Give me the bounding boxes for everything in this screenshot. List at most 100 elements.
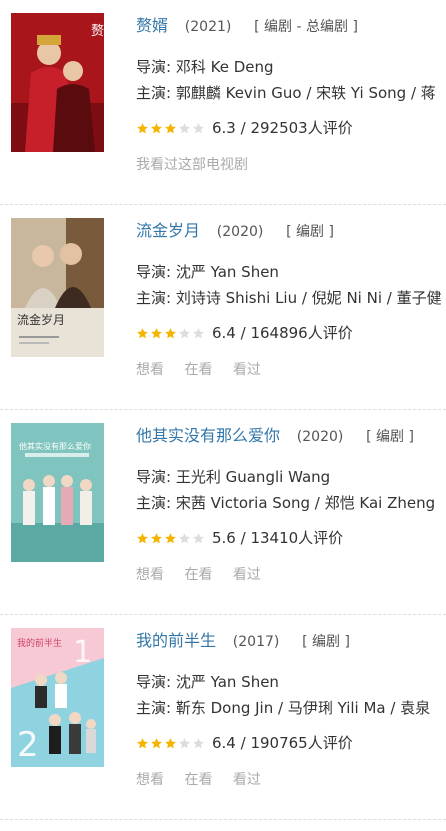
star-rating	[136, 532, 206, 545]
cast-names[interactable]: 郭麒麟 Kevin Guo / 宋轶 Yi Song / 蒋	[176, 84, 436, 102]
poster-image[interactable]: 他其实没有那么爱你	[11, 423, 104, 562]
title-link[interactable]: 他其实没有那么爱你	[136, 426, 280, 445]
star-empty-icon	[179, 327, 190, 338]
svg-text:他其实没有那么爱你: 他其实没有那么爱你	[19, 441, 91, 451]
rating-row: 6.4 / 190765人评价	[136, 731, 446, 755]
star-filled-icon	[137, 737, 148, 748]
cast-line: 主演: 郭麒麟 Kevin Guo / 宋轶 Yi Song / 蒋	[136, 80, 446, 106]
rating-text: 6.4 / 190765人评价	[212, 734, 353, 752]
poster-qianbansheng: 1 2 我的前半生	[11, 628, 104, 767]
action-links: 想看 在看 看过	[136, 359, 446, 381]
want-to-watch-link[interactable]: 想看	[136, 772, 164, 788]
list-item: 他其实没有那么爱你 他其实没有那么爱你 (2020) [ 编剧 ] 导演: 王光…	[0, 410, 446, 615]
cast-label: 主演:	[136, 84, 172, 102]
star-empty-icon	[193, 737, 204, 748]
cast-line: 主演: 刘诗诗 Shishi Liu / 倪妮 Ni Ni / 董子健	[136, 285, 446, 311]
svg-text:流金岁月: 流金岁月	[17, 312, 65, 327]
year: (2021)	[184, 19, 232, 35]
star-filled-icon	[137, 532, 148, 543]
role: [ 编剧 ]	[366, 429, 414, 445]
title-link[interactable]: 流金岁月	[136, 221, 200, 240]
director-name[interactable]: 王光利 Guangli Wang	[176, 468, 330, 486]
title-link[interactable]: 我的前半生	[136, 631, 216, 650]
director-label: 导演:	[136, 58, 172, 76]
star-rating	[136, 327, 206, 340]
star-empty-icon	[193, 327, 204, 338]
want-to-watch-link[interactable]: 想看	[136, 362, 164, 378]
rating-row: 5.6 / 13410人评价	[136, 526, 446, 550]
action-links: 想看 在看 看过	[136, 564, 446, 586]
star-filled-icon	[137, 122, 148, 133]
want-to-watch-link[interactable]: 想看	[136, 567, 164, 583]
action-links: 我看过这部电视剧	[136, 154, 446, 176]
role: [ 编剧 ]	[302, 634, 350, 650]
cast-line: 主演: 宋茜 Victoria Song / 郑恺 Kai Zheng	[136, 490, 446, 516]
star-empty-icon	[179, 122, 190, 133]
seen-link[interactable]: 我看过这部电视剧	[136, 157, 248, 173]
star-filled-icon	[151, 737, 162, 748]
year: (2017)	[232, 634, 280, 650]
watched-link[interactable]: 看过	[233, 567, 261, 583]
director-label: 导演:	[136, 673, 172, 691]
svg-text:赘婿: 赘婿	[91, 23, 104, 39]
star-empty-icon	[193, 122, 204, 133]
star-filled-icon	[151, 532, 162, 543]
director-name[interactable]: 沈严 Yan Shen	[176, 263, 279, 281]
star-filled-icon	[165, 327, 176, 338]
poster-image[interactable]: 1 2 我的前半生	[11, 628, 104, 767]
poster-image[interactable]: 赘婿	[11, 13, 104, 152]
watching-link[interactable]: 在看	[184, 772, 212, 788]
poster-taqishi: 他其实没有那么爱你	[11, 423, 104, 562]
cast-label: 主演:	[136, 699, 172, 717]
cast-label: 主演:	[136, 289, 172, 307]
cast-names[interactable]: 刘诗诗 Shishi Liu / 倪妮 Ni Ni / 董子健	[176, 289, 442, 307]
svg-text:1: 1	[73, 635, 92, 670]
cast-names[interactable]: 宋茜 Victoria Song / 郑恺 Kai Zheng	[176, 494, 435, 512]
watching-link[interactable]: 在看	[184, 362, 212, 378]
rating-text: 6.3 / 292503人评价	[212, 119, 353, 137]
cast-label: 主演:	[136, 494, 172, 512]
list-item: 赘婿 赘婿 (2021) [ 编剧 - 总编剧 ] 导演: 邓科 Ke Deng…	[0, 0, 446, 205]
star-rating	[136, 122, 206, 135]
cast-names[interactable]: 靳东 Dong Jin / 马伊琍 Yili Ma / 袁泉	[176, 699, 430, 717]
cast-line: 主演: 靳东 Dong Jin / 马伊琍 Yili Ma / 袁泉	[136, 695, 446, 721]
star-empty-icon	[179, 737, 190, 748]
star-filled-icon	[165, 737, 176, 748]
svg-text:我的前半生: 我的前半生	[17, 637, 62, 649]
director-line: 导演: 王光利 Guangli Wang	[136, 464, 446, 490]
star-filled-icon	[137, 327, 148, 338]
director-name[interactable]: 沈严 Yan Shen	[176, 673, 279, 691]
poster-liujin: 流金岁月	[11, 218, 104, 357]
star-empty-icon	[179, 532, 190, 543]
star-filled-icon	[165, 122, 176, 133]
watched-link[interactable]: 看过	[233, 772, 261, 788]
action-links: 想看 在看 看过	[136, 769, 446, 791]
director-line: 导演: 沈严 Yan Shen	[136, 259, 446, 285]
role: [ 编剧 ]	[286, 224, 334, 240]
year: (2020)	[216, 224, 264, 240]
director-name[interactable]: 邓科 Ke Deng	[176, 58, 274, 76]
list-item: 流金岁月 流金岁月 (2020) [ 编剧 ] 导演: 沈严 Yan Shen …	[0, 205, 446, 410]
star-empty-icon	[193, 532, 204, 543]
star-rating	[136, 737, 206, 750]
list-item: 1 2 我的前半生 我的前半生 (2017) [ 编剧 ] 导演: 沈严 Yan…	[0, 615, 446, 820]
rating-row: 6.4 / 164896人评价	[136, 321, 446, 345]
role: [ 编剧 - 总编剧 ]	[254, 19, 358, 35]
rating-row: 6.3 / 292503人评价	[136, 116, 446, 140]
title-link[interactable]: 赘婿	[136, 16, 168, 35]
star-filled-icon	[165, 532, 176, 543]
watching-link[interactable]: 在看	[184, 567, 212, 583]
star-filled-icon	[151, 122, 162, 133]
watched-link[interactable]: 看过	[233, 362, 261, 378]
rating-text: 5.6 / 13410人评价	[212, 529, 344, 547]
director-line: 导演: 邓科 Ke Deng	[136, 54, 446, 80]
director-label: 导演:	[136, 263, 172, 281]
star-filled-icon	[151, 327, 162, 338]
director-line: 导演: 沈严 Yan Shen	[136, 669, 446, 695]
director-label: 导演:	[136, 468, 172, 486]
poster-image[interactable]: 流金岁月	[11, 218, 104, 357]
svg-text:2: 2	[17, 725, 39, 765]
rating-text: 6.4 / 164896人评价	[212, 324, 353, 342]
year: (2020)	[296, 429, 344, 445]
poster-zhuixu: 赘婿	[11, 13, 104, 152]
